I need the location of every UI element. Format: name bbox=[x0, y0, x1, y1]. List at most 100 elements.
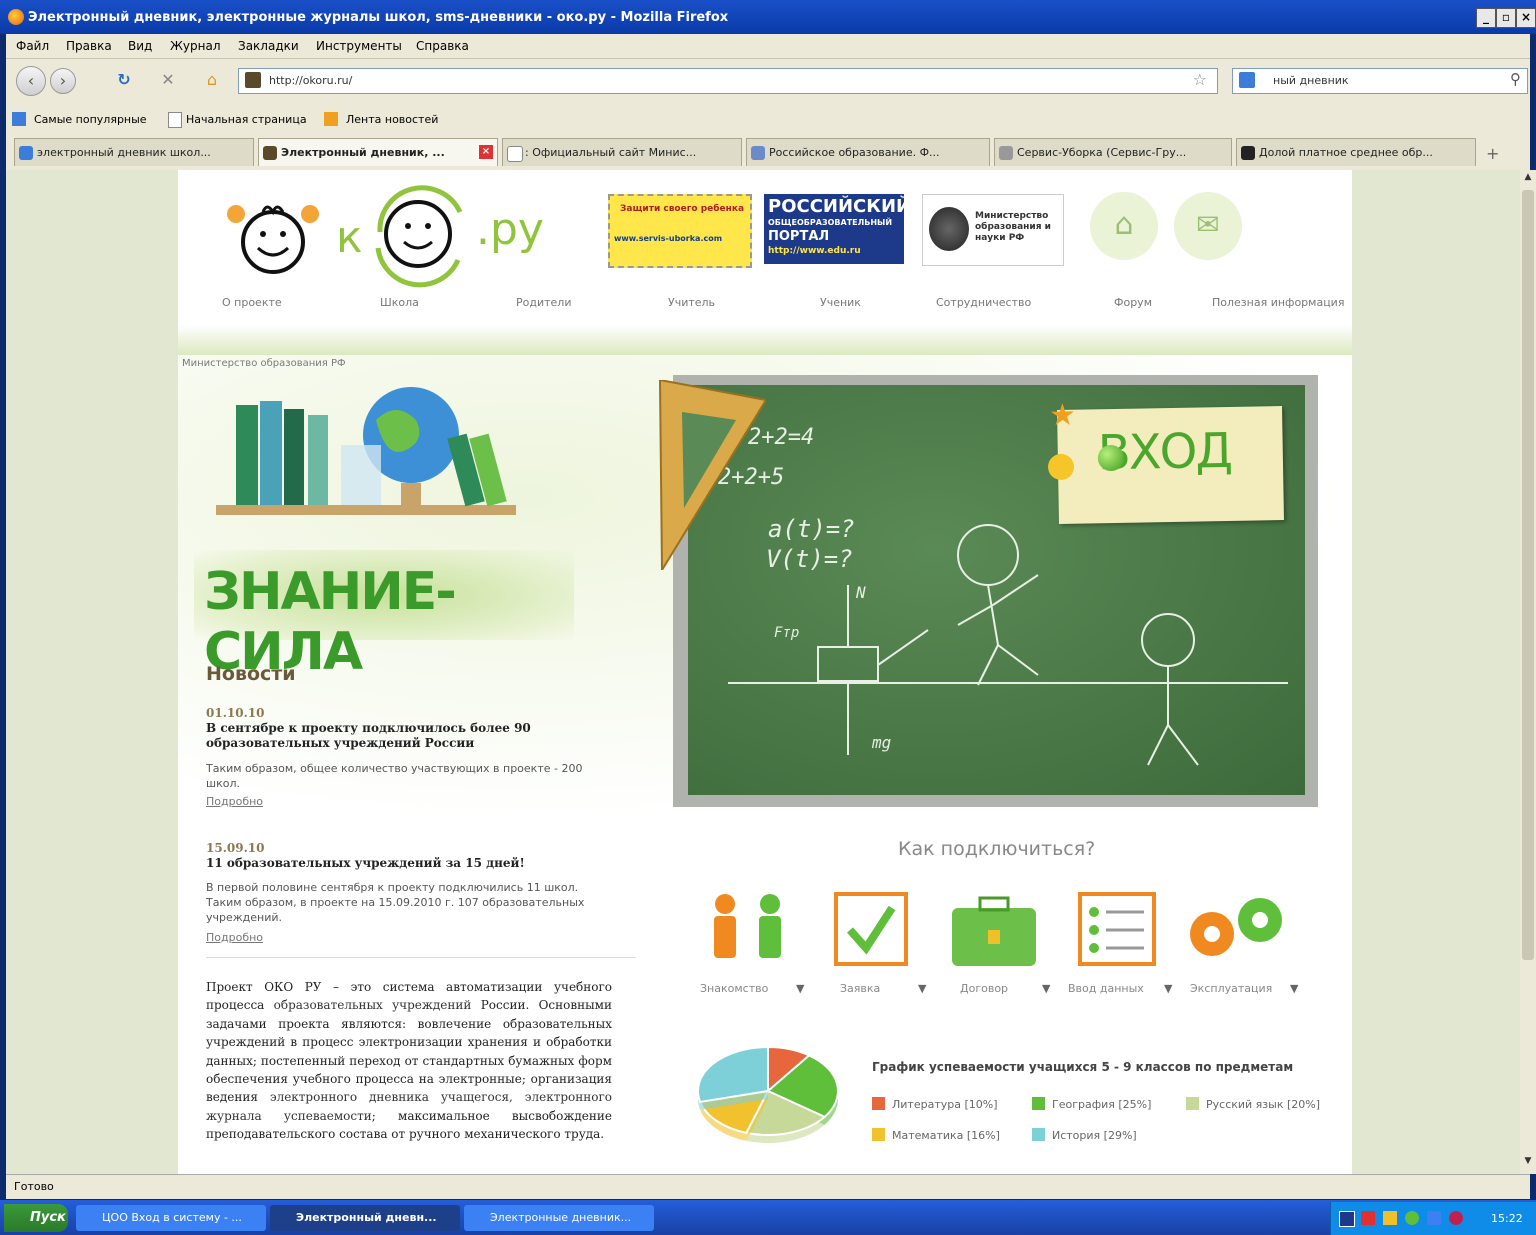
tab-2-active[interactable]: Электронный дневник, ... × bbox=[258, 138, 498, 166]
tab-label: Сервис-Уборка (Сервис-Гру... bbox=[1017, 146, 1187, 159]
nav-school[interactable]: Школа bbox=[380, 296, 419, 309]
reload-icon[interactable]: ↻ bbox=[110, 66, 138, 94]
home-icon[interactable]: ⌂ bbox=[198, 66, 226, 94]
news-headline[interactable]: В сентябре к проекту подключилось более … bbox=[206, 721, 601, 751]
menu-bookmarks[interactable]: Закладки bbox=[238, 39, 299, 53]
site-favicon bbox=[245, 72, 261, 88]
nav-about[interactable]: О проекте bbox=[222, 296, 282, 309]
about-link[interactable]: образовательных учреждений bbox=[274, 998, 472, 1012]
address-bar[interactable]: http://okoru.ru/ ☆ bbox=[238, 68, 1218, 94]
step-icon-checklist[interactable] bbox=[828, 890, 928, 970]
banner-servis-uborka[interactable]: Защити своего ребенка www.servis-uborka.… bbox=[608, 194, 752, 268]
window-title-bar: Электронный дневник, электронные журналы… bbox=[0, 0, 1536, 34]
menu-view[interactable]: Вид bbox=[128, 39, 152, 53]
bookmark-news-feed[interactable]: Лента новостей bbox=[346, 113, 438, 126]
tab-6[interactable]: Долой платное среднее обр... bbox=[1236, 138, 1476, 166]
menu-tools[interactable]: Инструменты bbox=[316, 39, 402, 53]
login-button[interactable]: ВХОД ★ bbox=[1047, 398, 1284, 524]
volume-icon[interactable] bbox=[1361, 1211, 1375, 1225]
tab-favicon bbox=[19, 146, 33, 160]
stop-icon[interactable]: ✕ bbox=[154, 66, 182, 94]
tab-5[interactable]: Сервис-Уборка (Сервис-Гру... bbox=[994, 138, 1232, 166]
step-icon-list[interactable] bbox=[1078, 890, 1178, 970]
back-button[interactable]: ‹ bbox=[16, 66, 46, 96]
browser-chrome: Файл Правка Вид Журнал Закладки Инструме… bbox=[6, 34, 1530, 171]
forward-button[interactable]: › bbox=[50, 68, 76, 94]
banner2-portal: ПОРТАЛ bbox=[768, 229, 830, 244]
scroll-up-icon[interactable]: ▲ bbox=[1522, 172, 1534, 184]
chart-title: График успеваемости учащихся 5 - 9 класс… bbox=[872, 1060, 1294, 1074]
step-label[interactable]: Знакомство bbox=[700, 982, 768, 995]
nav-cooperation[interactable]: Сотрудничество bbox=[936, 296, 1031, 309]
rss-icon bbox=[324, 112, 338, 126]
language-icon[interactable] bbox=[1339, 1211, 1355, 1227]
taskbar-item[interactable]: ЦОО Вход в систему - ... bbox=[76, 1205, 266, 1231]
banner2-title: РОССИЙСКИЙ bbox=[768, 196, 912, 217]
step-label[interactable]: Эксплуатация bbox=[1190, 982, 1272, 995]
pie-chart bbox=[697, 1045, 839, 1143]
nav-forum[interactable]: Форум bbox=[1114, 296, 1152, 309]
menu-file[interactable]: Файл bbox=[16, 39, 49, 53]
step-icon-people[interactable] bbox=[700, 890, 800, 970]
nav-student[interactable]: Ученик bbox=[820, 296, 861, 309]
legend-swatch bbox=[1032, 1097, 1045, 1110]
page-scrollbar[interactable]: ▲ ▼ bbox=[1520, 170, 1536, 1174]
about-paragraph: Проект ОКО РУ – это система автоматизаци… bbox=[206, 978, 612, 1144]
step-icon-gears[interactable] bbox=[1182, 890, 1292, 970]
banner1-bottom-text: www.servis-uborka.com bbox=[614, 234, 723, 243]
menu-edit[interactable]: Правка bbox=[66, 39, 112, 53]
tab-3[interactable]: : Официальный сайт Минис... bbox=[502, 138, 742, 166]
dropdown-arrow-icon[interactable]: ▼ bbox=[796, 982, 804, 995]
step-label[interactable]: Ввод данных bbox=[1068, 982, 1144, 995]
news-headline[interactable]: 11 образовательных учреждений за 15 дней… bbox=[206, 856, 601, 871]
menu-bar: Файл Правка Вид Журнал Закладки Инструме… bbox=[6, 34, 1530, 59]
site-logo[interactable]: к .ру bbox=[208, 182, 548, 292]
banner-edu-portal[interactable]: РОССИЙСКИЙ ОБЩЕОБРАЗОВАТЕЛЬНЫЙ ПОРТАЛ ht… bbox=[764, 194, 911, 264]
dropdown-arrow-icon[interactable]: ▼ bbox=[918, 982, 926, 995]
step-icon-briefcase[interactable] bbox=[946, 890, 1046, 970]
dropdown-arrow-icon[interactable]: ▼ bbox=[1290, 982, 1298, 995]
tray-icon[interactable] bbox=[1405, 1211, 1419, 1225]
nav-teacher[interactable]: Учитель bbox=[668, 296, 715, 309]
step-label[interactable]: Заявка bbox=[840, 982, 880, 995]
antivirus-icon[interactable] bbox=[1449, 1211, 1463, 1225]
start-button[interactable]: Пуск bbox=[4, 1204, 68, 1232]
taskbar-item-active[interactable]: Электронный дневн... bbox=[270, 1205, 460, 1231]
nav-useful-info[interactable]: Полезная информация bbox=[1212, 296, 1344, 309]
tray-icon[interactable] bbox=[1427, 1211, 1441, 1225]
maximize-button[interactable]: ▫ bbox=[1496, 8, 1516, 28]
tab-1[interactable]: электронный дневник школ... bbox=[14, 138, 254, 166]
menu-help[interactable]: Справка bbox=[416, 39, 469, 53]
search-engine-icon[interactable] bbox=[1239, 72, 1255, 88]
bookmark-most-visited[interactable]: Самые популярные bbox=[34, 113, 147, 126]
scroll-thumb[interactable] bbox=[1522, 190, 1534, 960]
smiley-icon bbox=[1047, 453, 1075, 481]
banner-ministry[interactable]: Министерство образования и науки РФ bbox=[922, 194, 1064, 266]
bookmark-start-page[interactable]: Начальная страница bbox=[186, 113, 307, 126]
menu-history[interactable]: Журнал bbox=[170, 39, 221, 53]
tray-icon[interactable] bbox=[1383, 1211, 1397, 1225]
taskbar-item-label: Электронный дневн... bbox=[296, 1211, 437, 1224]
scroll-down-icon[interactable]: ▼ bbox=[1522, 1156, 1534, 1168]
step-label[interactable]: Договор bbox=[960, 982, 1008, 995]
close-window-button[interactable]: × bbox=[1516, 8, 1536, 28]
ministry-caption: Министерство образования РФ bbox=[182, 358, 346, 369]
dropdown-arrow-icon[interactable]: ▼ bbox=[1042, 982, 1050, 995]
new-tab-icon[interactable]: + bbox=[1486, 144, 1499, 163]
close-tab-icon[interactable]: × bbox=[479, 145, 493, 159]
search-bar[interactable]: ный дневник ⚲ bbox=[1232, 68, 1528, 94]
page-icon bbox=[168, 112, 182, 128]
search-icon[interactable]: ⚲ bbox=[1510, 70, 1521, 88]
mail-icon[interactable]: ✉ bbox=[1174, 192, 1242, 260]
taskbar-item[interactable]: Электронные дневник... bbox=[464, 1205, 654, 1231]
news-more-link[interactable]: Подробно bbox=[206, 931, 263, 944]
taskbar: Пуск ЦОО Вход в систему - ... Электронны… bbox=[0, 1200, 1536, 1235]
tab-4[interactable]: Российское образование. Ф... bbox=[746, 138, 990, 166]
legend-swatch bbox=[872, 1128, 885, 1141]
star-icon[interactable]: ☆ bbox=[1193, 70, 1207, 89]
dropdown-arrow-icon[interactable]: ▼ bbox=[1164, 982, 1172, 995]
nav-parents[interactable]: Родители bbox=[516, 296, 571, 309]
news-more-link[interactable]: Подробно bbox=[206, 795, 263, 808]
minimize-button[interactable]: _ bbox=[1476, 8, 1496, 28]
home-icon[interactable]: ⌂ bbox=[1090, 192, 1158, 260]
